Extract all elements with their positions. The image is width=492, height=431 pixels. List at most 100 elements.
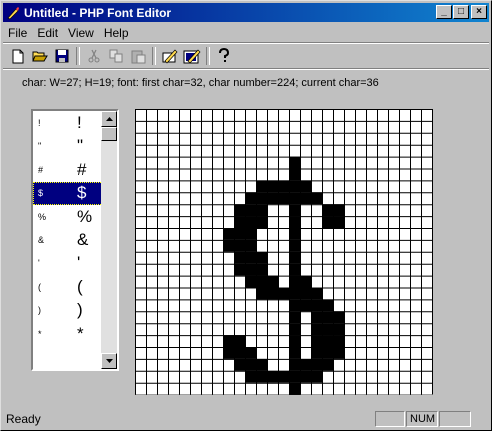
toolbar-separator — [206, 47, 210, 65]
glyph-pixel-run[interactable] — [234, 263, 267, 276]
paste-button[interactable] — [127, 46, 149, 67]
status-caps-indicator — [375, 411, 405, 427]
glyph-pixel-grid[interactable] — [135, 109, 433, 407]
scroll-thumb[interactable] — [101, 127, 117, 141]
menu-view-label: View — [68, 25, 94, 40]
char-large-preview: $ — [77, 183, 87, 203]
menu-file-label: File — [8, 25, 28, 40]
glyph-pixel-run[interactable] — [300, 358, 333, 371]
glyph-pixel-run[interactable] — [311, 347, 344, 359]
close-button[interactable]: × — [471, 5, 487, 19]
menu-file[interactable]: File — [3, 26, 32, 40]
char-list-item[interactable]: # # — [33, 159, 103, 182]
glyph-pixel-run[interactable] — [289, 323, 300, 336]
char-large-preview: * — [77, 323, 84, 343]
glyph-pixel-run[interactable] — [311, 323, 344, 336]
scroll-up-button[interactable] — [101, 111, 117, 127]
edit-char-button[interactable] — [159, 46, 181, 67]
glyph-pixel-run[interactable] — [289, 204, 300, 217]
glyph-pixel-run[interactable] — [245, 275, 278, 288]
new-icon — [12, 49, 24, 63]
cut-button[interactable] — [83, 46, 105, 67]
char-list-item[interactable]: " " — [33, 135, 103, 158]
scroll-down-button[interactable] — [101, 353, 117, 369]
glyph-pixel-run[interactable] — [234, 216, 267, 228]
glyph-pixel-run[interactable] — [289, 239, 300, 252]
edit-char-icon — [162, 49, 178, 64]
char-small-preview: ) — [38, 305, 41, 316]
glyph-pixel-run[interactable] — [289, 156, 300, 169]
edit-font-button[interactable] — [181, 46, 203, 67]
glyph-pixel-run[interactable] — [234, 251, 267, 264]
status-num-label: NUM — [410, 413, 436, 425]
menu-edit[interactable]: Edit — [32, 26, 63, 40]
app-window: Untitled - PHP Font Editor _ □ × File Ed… — [0, 0, 492, 431]
arrow-up-icon — [105, 117, 113, 121]
char-small-preview: & — [38, 235, 45, 245]
minimize-button[interactable]: _ — [436, 5, 452, 19]
glyph-pixel-run[interactable] — [289, 251, 300, 264]
char-large-preview: % — [77, 206, 93, 226]
open-button[interactable] — [29, 46, 51, 67]
menu-separator — [3, 42, 489, 44]
menu-edit-label: Edit — [37, 25, 59, 40]
char-list-item[interactable]: !! — [33, 112, 103, 135]
toolbar — [7, 45, 235, 67]
glyph-pixel-run[interactable] — [311, 311, 344, 324]
char-small-preview: $ — [38, 188, 44, 199]
glyph-pixel-run[interactable] — [289, 216, 300, 228]
help-button[interactable] — [213, 46, 235, 67]
glyph-pixel-run[interactable] — [289, 335, 300, 347]
char-list-item[interactable]: )) — [33, 299, 103, 322]
glyph-pixel-run[interactable] — [311, 335, 344, 347]
char-large-preview: ( — [77, 276, 83, 296]
close-icon: × — [476, 6, 482, 17]
title-bar[interactable]: Untitled - PHP Font Editor _ □ × — [3, 3, 489, 22]
glyph-pixel-run[interactable] — [289, 382, 300, 395]
save-button[interactable] — [51, 46, 73, 67]
minimize-icon: _ — [441, 6, 447, 17]
copy-icon — [109, 49, 122, 63]
glyph-pixel-run[interactable] — [234, 358, 267, 371]
status-num-indicator: NUM — [406, 411, 438, 427]
char-list-item[interactable]: %% — [33, 206, 103, 229]
menu-bar: File Edit View Help — [3, 23, 134, 42]
char-list[interactable]: !! " " # # $ $%% & & ' '(()) * * — [31, 109, 119, 371]
char-list-scrollbar[interactable] — [101, 111, 117, 369]
maximize-button[interactable]: □ — [453, 5, 469, 19]
glyph-pixel-run[interactable] — [289, 263, 300, 276]
glyph-canvas[interactable] — [135, 109, 433, 407]
char-small-preview: " — [38, 141, 42, 152]
save-icon — [55, 49, 69, 63]
toolbar-separator — [152, 47, 156, 65]
glyph-pixel-run[interactable] — [289, 358, 300, 371]
glyph-pixel-run[interactable] — [223, 228, 256, 240]
glyph-pixel-run[interactable] — [289, 347, 300, 359]
char-small-preview: ( — [38, 281, 41, 292]
copy-button[interactable] — [105, 46, 127, 67]
toolbar-separator — [76, 47, 80, 65]
char-list-item[interactable]: * * — [33, 323, 103, 346]
menu-help[interactable]: Help — [99, 26, 134, 40]
char-large-preview: ) — [77, 300, 83, 320]
char-list-item[interactable]: & & — [33, 229, 103, 252]
glyph-pixel-run[interactable] — [289, 168, 300, 181]
edit-font-icon — [183, 49, 201, 64]
char-list-item[interactable]: (( — [33, 276, 103, 299]
new-button[interactable] — [7, 46, 29, 67]
status-bar: Ready NUM — [3, 409, 489, 429]
char-list-items: !! " " # # $ $%% & & ' '(()) * * — [33, 111, 103, 369]
glyph-pixel-run[interactable] — [223, 239, 256, 252]
menu-view[interactable]: View — [63, 26, 99, 40]
char-small-preview: % — [38, 211, 47, 222]
glyph-pixel-run[interactable] — [289, 228, 300, 240]
glyph-pixel-run[interactable] — [289, 311, 300, 324]
char-small-preview: ! — [38, 118, 41, 128]
glyph-pixel-run[interactable] — [223, 347, 256, 359]
glyph-pixel-run[interactable] — [234, 204, 267, 217]
glyph-pixel-run[interactable] — [256, 180, 311, 193]
char-large-preview: & — [77, 230, 89, 249]
char-list-item[interactable]: ' ' — [33, 252, 103, 275]
char-small-preview: # — [38, 164, 44, 175]
char-list-item[interactable]: $ $ — [33, 182, 103, 206]
